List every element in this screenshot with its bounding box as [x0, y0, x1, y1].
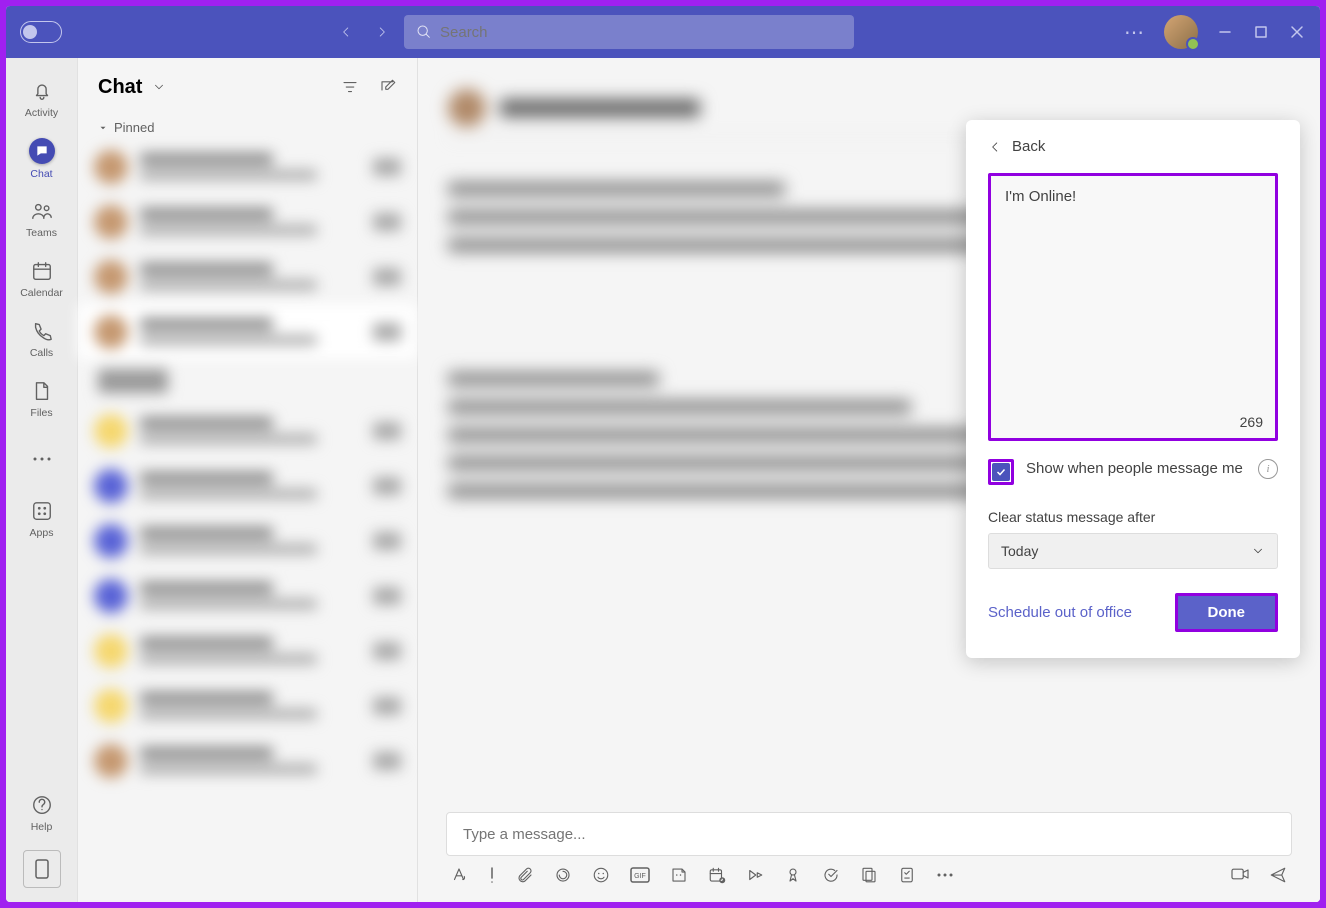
praise-icon[interactable]: [784, 866, 802, 884]
rail-calendar[interactable]: Calendar: [6, 250, 78, 308]
rail-device[interactable]: [23, 850, 61, 888]
search-input[interactable]: [440, 24, 842, 41]
rail-calls[interactable]: Calls: [6, 310, 78, 368]
rail-apps[interactable]: Apps: [6, 490, 78, 548]
schedule-ooo-link[interactable]: Schedule out of office: [988, 604, 1132, 621]
apps-icon: [30, 499, 54, 523]
viva-icon[interactable]: [860, 866, 878, 884]
svg-text:GIF: GIF: [634, 873, 646, 880]
rail-label: Calls: [30, 347, 53, 359]
close-button[interactable]: [1288, 23, 1306, 41]
done-button-inner[interactable]: Done: [1178, 596, 1276, 629]
pinned-section[interactable]: Pinned: [78, 116, 417, 139]
compose-area: GIF: [418, 794, 1320, 902]
clear-after-label: Clear status message after: [988, 509, 1278, 525]
file-icon: [30, 379, 54, 403]
teams-icon: [30, 199, 54, 223]
show-when-checkbox[interactable]: [988, 459, 1014, 485]
char-counter: 269: [1240, 414, 1263, 430]
bell-icon: [30, 79, 54, 103]
chevron-down-icon: [1251, 544, 1265, 558]
message-input-box[interactable]: [446, 812, 1292, 856]
chat-items-blurred: [78, 139, 417, 902]
rail-label: Apps: [30, 527, 54, 539]
back-button[interactable]: Back: [988, 138, 1278, 155]
rail-label: Chat: [30, 168, 52, 180]
minimize-button[interactable]: [1216, 23, 1234, 41]
rail-label: Help: [31, 821, 53, 833]
caret-icon: [98, 123, 108, 133]
rail-files[interactable]: Files: [6, 370, 78, 428]
chevron-left-icon: [988, 140, 1002, 154]
rail-help[interactable]: Help: [6, 784, 78, 842]
emoji-icon[interactable]: [592, 866, 610, 884]
more-menu-button[interactable]: ⋯: [1124, 20, 1146, 45]
rail-more[interactable]: [6, 430, 78, 488]
rail-label: Calendar: [20, 287, 63, 299]
message-input[interactable]: [463, 826, 1275, 843]
rail-chat[interactable]: Chat: [6, 130, 78, 188]
app-rail: Activity Chat Teams Calendar Calls Files: [6, 58, 78, 902]
back-label: Back: [1012, 138, 1045, 155]
chat-list-panel: Chat Pinned: [78, 58, 418, 902]
status-message-field[interactable]: 269: [988, 173, 1278, 441]
rail-label: Activity: [25, 107, 58, 119]
gif-icon[interactable]: GIF: [630, 867, 650, 883]
toggle-switch[interactable]: [20, 21, 62, 43]
clear-after-dropdown[interactable]: Today: [988, 533, 1278, 569]
video-icon[interactable]: [1230, 866, 1250, 884]
search-icon: [416, 24, 432, 40]
status-message-input[interactable]: [991, 176, 1275, 438]
format-icon[interactable]: [450, 866, 468, 884]
done-button[interactable]: Done: [1175, 593, 1279, 632]
maximize-button[interactable]: [1252, 23, 1270, 41]
polls-icon[interactable]: [898, 866, 916, 884]
status-message-panel: Back 269 Show when people message me i C…: [966, 120, 1300, 658]
priority-icon[interactable]: [488, 866, 496, 884]
info-icon[interactable]: i: [1258, 459, 1278, 479]
stream-icon[interactable]: [746, 866, 764, 884]
schedule-icon[interactable]: [708, 866, 726, 884]
titlebar: ⋯: [6, 6, 1320, 58]
rail-teams[interactable]: Teams: [6, 190, 78, 248]
user-avatar[interactable]: [1164, 15, 1198, 49]
calendar-icon: [30, 259, 54, 283]
loop-icon[interactable]: [554, 866, 572, 884]
search-bar[interactable]: [404, 15, 854, 49]
rail-label: Files: [30, 407, 52, 419]
chat-icon: [29, 138, 55, 164]
ellipsis-icon: [30, 447, 54, 471]
approvals-icon[interactable]: [822, 866, 840, 884]
more-compose-icon[interactable]: [936, 871, 954, 879]
help-icon: [30, 793, 54, 817]
attach-icon[interactable]: [516, 866, 534, 884]
nav-forward-button[interactable]: [368, 18, 396, 46]
sticker-icon[interactable]: [670, 866, 688, 884]
dropdown-value: Today: [1001, 543, 1038, 559]
chevron-down-icon[interactable]: [152, 80, 166, 94]
nav-back-button[interactable]: [332, 18, 360, 46]
send-icon[interactable]: [1268, 866, 1288, 884]
new-chat-button[interactable]: [379, 78, 397, 96]
phone-icon: [30, 319, 54, 343]
section-label-text: Pinned: [114, 120, 154, 135]
chat-list-title: Chat: [98, 76, 142, 99]
rail-activity[interactable]: Activity: [6, 70, 78, 128]
rail-label: Teams: [26, 227, 57, 239]
show-when-label: Show when people message me: [1026, 459, 1246, 479]
filter-button[interactable]: [341, 78, 359, 96]
